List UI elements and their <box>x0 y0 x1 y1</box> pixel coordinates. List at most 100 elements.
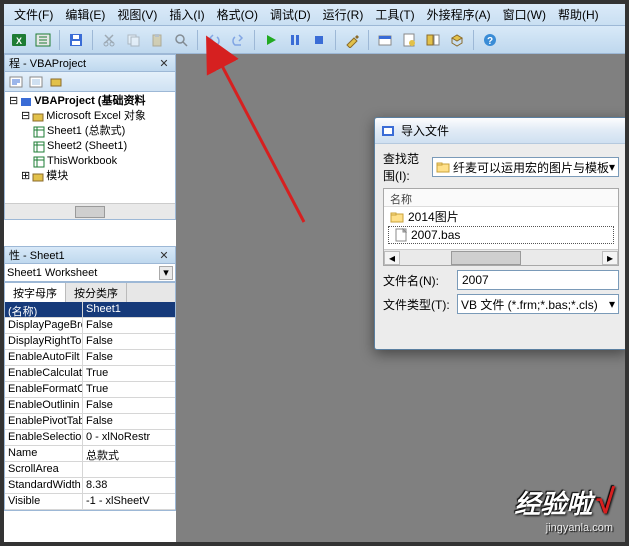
view-code-icon[interactable] <box>7 74 25 90</box>
properties-close-icon[interactable]: ✕ <box>157 248 171 262</box>
menu-bar: 文件(F) 编辑(E) 视图(V) 插入(I) 格式(O) 调试(D) 运行(R… <box>4 4 625 26</box>
property-value[interactable]: True <box>83 366 175 381</box>
properties-title-text: 性 - Sheet1 <box>9 247 65 263</box>
project-tree[interactable]: ⊟ VBAProject (基础资料 ⊟ Microsoft Excel 对象 Sh… <box>4 92 176 220</box>
property-value[interactable]: False <box>83 414 175 429</box>
find-icon[interactable] <box>170 29 192 51</box>
object-browser-icon[interactable] <box>422 29 444 51</box>
undo-icon[interactable] <box>203 29 225 51</box>
scroll-right-icon[interactable]: ▸ <box>602 251 618 265</box>
property-row[interactable]: EnableSelectio0 - xlNoRestr <box>5 430 175 446</box>
property-row[interactable]: Visible-1 - xlSheetV <box>5 494 175 510</box>
menu-format[interactable]: 格式(O) <box>211 4 264 25</box>
chevron-down-icon[interactable]: ▾ <box>159 266 173 280</box>
menu-help[interactable]: 帮助(H) <box>552 4 605 25</box>
property-value[interactable]: False <box>83 398 175 413</box>
tree-expand-icon[interactable]: ⊟ <box>9 94 18 109</box>
project-close-icon[interactable]: ✕ <box>157 56 171 70</box>
property-row[interactable]: DisplayRightToFalse <box>5 334 175 350</box>
filename-label: 文件名(N): <box>383 272 453 289</box>
list-item[interactable]: 2007.bas <box>388 226 614 244</box>
property-name: EnablePivotTab <box>5 414 83 429</box>
folder-small-icon <box>390 211 404 223</box>
property-row[interactable]: (名称)Sheet1 <box>5 302 175 318</box>
property-row[interactable]: EnableCalculatTrue <box>5 366 175 382</box>
toolbar: X ? <box>4 26 625 54</box>
menu-edit[interactable]: 编辑(E) <box>59 4 111 25</box>
project-icon[interactable] <box>374 29 396 51</box>
tree-node[interactable]: Sheet2 (Sheet1) <box>47 139 127 154</box>
property-name: Name <box>5 446 83 461</box>
file-list[interactable]: 名称 2014图片 2007.bas ◂ ▸ <box>383 188 619 266</box>
filename-input[interactable]: 2007 <box>457 270 619 290</box>
property-value[interactable]: 8.38 <box>83 478 175 493</box>
tree-node[interactable]: Sheet1 (总款式) <box>47 124 125 139</box>
watermark-text: 经验啦 <box>514 484 592 521</box>
horizontal-scrollbar[interactable] <box>5 203 175 219</box>
menu-file[interactable]: 文件(F) <box>8 4 59 25</box>
design-icon[interactable] <box>341 29 363 51</box>
scroll-left-icon[interactable]: ◂ <box>384 251 400 265</box>
property-row[interactable]: EnableFormatCoTrue <box>5 382 175 398</box>
run-icon[interactable] <box>260 29 282 51</box>
project-title-text: 程 - VBAProject <box>9 55 86 71</box>
save-icon[interactable] <box>65 29 87 51</box>
scope-select[interactable]: 纤麦可以运用宏的图片与模板 ▾ <box>432 157 619 177</box>
property-value[interactable]: False <box>83 334 175 349</box>
property-row[interactable]: EnableAutoFiltFalse <box>5 350 175 366</box>
tree-root[interactable]: VBAProject (基础资料 <box>34 94 145 109</box>
property-row[interactable]: ScrollArea <box>5 462 175 478</box>
property-value[interactable]: -1 - xlSheetV <box>83 494 175 509</box>
redo-icon[interactable] <box>227 29 249 51</box>
toggle-folders-icon[interactable] <box>47 74 65 90</box>
menu-addins[interactable]: 外接程序(A) <box>421 4 497 25</box>
horizontal-scrollbar[interactable]: ◂ ▸ <box>384 249 618 265</box>
properties-grid[interactable]: (名称)Sheet1DisplayPageBreFalseDisplayRigh… <box>4 302 176 511</box>
chevron-down-icon[interactable]: ▾ <box>609 160 615 174</box>
property-value[interactable]: False <box>83 350 175 365</box>
property-row[interactable]: StandardWidth8.38 <box>5 478 175 494</box>
property-value[interactable]: Sheet1 <box>83 302 175 317</box>
property-row[interactable]: EnableOutlininFalse <box>5 398 175 414</box>
scope-value: 纤麦可以运用宏的图片与模板 <box>453 159 609 176</box>
property-row[interactable]: DisplayPageBreFalse <box>5 318 175 334</box>
property-name: ScrollArea <box>5 462 83 477</box>
menu-tools[interactable]: 工具(T) <box>369 4 420 25</box>
property-value[interactable]: 0 - xlNoRestr <box>83 430 175 445</box>
tab-alphabetic[interactable]: 按字母序 <box>5 283 66 302</box>
menu-debug[interactable]: 调试(D) <box>264 4 317 25</box>
tree-expand-icon[interactable]: ⊟ <box>21 109 30 124</box>
help-icon[interactable]: ? <box>479 29 501 51</box>
menu-insert[interactable]: 插入(I) <box>163 4 210 25</box>
copy-icon[interactable] <box>122 29 144 51</box>
tree-node[interactable]: ThisWorkbook <box>47 154 117 169</box>
property-name: DisplayPageBre <box>5 318 83 333</box>
tree-node[interactable]: 模块 <box>46 169 68 184</box>
menu-view[interactable]: 视图(V) <box>111 4 163 25</box>
excel-icon[interactable]: X <box>8 29 30 51</box>
list-item[interactable]: 2014图片 <box>384 207 618 226</box>
dialog-titlebar[interactable]: 导入文件 <box>375 118 627 144</box>
properties-icon[interactable] <box>398 29 420 51</box>
cut-icon[interactable] <box>98 29 120 51</box>
property-row[interactable]: Name总款式 <box>5 446 175 462</box>
view-object-icon[interactable] <box>27 74 45 90</box>
toolbox-icon[interactable] <box>446 29 468 51</box>
property-value[interactable]: True <box>83 382 175 397</box>
object-selector[interactable]: Sheet1 Worksheet ▾ <box>4 264 176 282</box>
pause-icon[interactable] <box>284 29 306 51</box>
filetype-select[interactable]: VB 文件 (*.frm;*.bas;*.cls) ▾ <box>457 294 619 314</box>
menu-run[interactable]: 运行(R) <box>317 4 370 25</box>
view-excel-icon[interactable] <box>32 29 54 51</box>
property-row[interactable]: EnablePivotTabFalse <box>5 414 175 430</box>
menu-window[interactable]: 窗口(W) <box>497 4 552 25</box>
property-value[interactable] <box>83 462 175 477</box>
property-value[interactable]: 总款式 <box>83 446 175 461</box>
property-value[interactable]: False <box>83 318 175 333</box>
tree-expand-icon[interactable]: ⊞ <box>21 169 30 184</box>
chevron-down-icon[interactable]: ▾ <box>609 297 615 311</box>
tree-node[interactable]: Microsoft Excel 对象 <box>46 109 146 124</box>
tab-categorized[interactable]: 按分类序 <box>66 283 127 302</box>
paste-icon[interactable] <box>146 29 168 51</box>
stop-icon[interactable] <box>308 29 330 51</box>
